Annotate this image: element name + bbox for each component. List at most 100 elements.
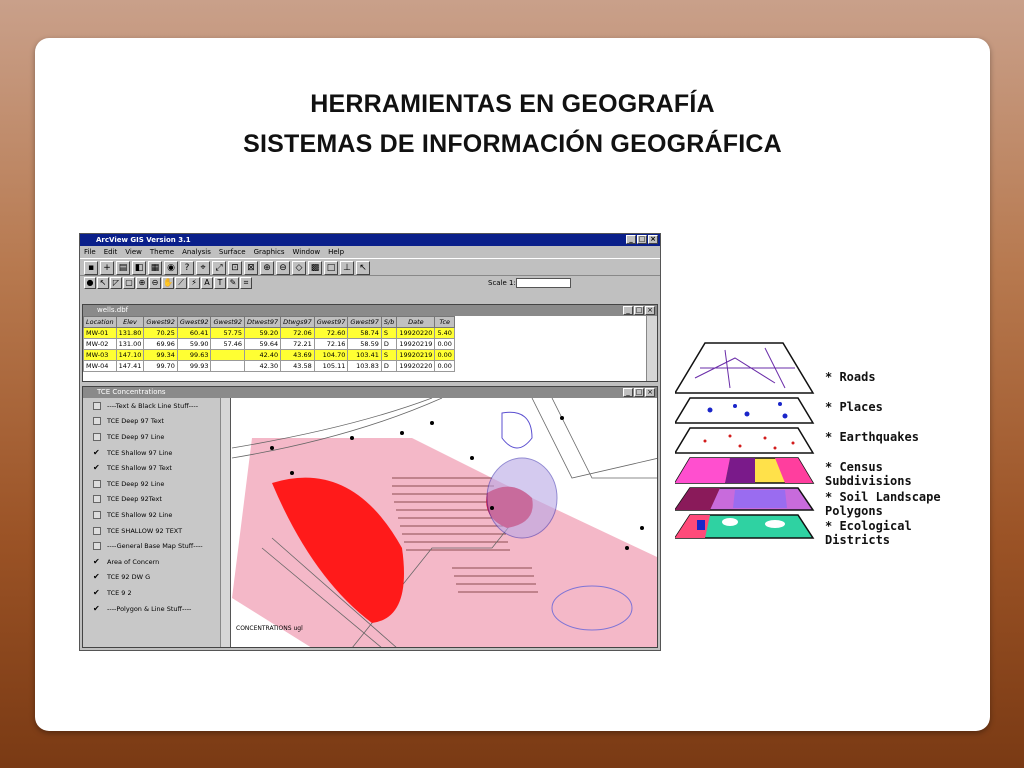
- zoom-in-tool-icon[interactable]: ⊕: [136, 277, 148, 289]
- identify-icon[interactable]: ●: [84, 277, 96, 289]
- snap-icon[interactable]: ⌗: [240, 277, 252, 289]
- select-by-theme-icon[interactable]: ▩: [308, 261, 322, 275]
- open-table-icon[interactable]: ▦: [148, 261, 162, 275]
- close-button[interactable]: ×: [648, 235, 658, 244]
- toc-layer-item[interactable]: TCE Shallow 92 Line: [83, 507, 230, 523]
- toc-layer-item[interactable]: ✔ TCE Shallow 97 Text: [83, 460, 230, 476]
- help-icon[interactable]: ↖: [356, 261, 370, 275]
- maximize-button[interactable]: □: [637, 235, 647, 244]
- table-row[interactable]: MW-02 131.00 69.96 59.90 57.46 59.64 72.21 72.1…: [83, 338, 455, 350]
- layer-visibility-checkbox[interactable]: ✔: [93, 448, 101, 457]
- table-column-header[interactable]: Gwest92: [176, 316, 212, 328]
- layer-visibility-checkbox[interactable]: [93, 401, 101, 410]
- zoom-in-icon[interactable]: ⊕: [260, 261, 274, 275]
- zoom-previous-icon[interactable]: ◇: [292, 261, 306, 275]
- layer-visibility-checkbox[interactable]: ✔: [93, 464, 101, 472]
- pan-icon[interactable]: ✋: [162, 277, 174, 289]
- map-canvas[interactable]: CONCENTRATIONS ugl: [232, 398, 657, 647]
- view-close-button[interactable]: ×: [645, 388, 655, 397]
- toc-layer-item[interactable]: ----Text & Black Line Stuff----: [83, 398, 230, 414]
- clear-select-icon[interactable]: □: [324, 261, 338, 275]
- vertex-edit-icon[interactable]: ◸: [110, 277, 122, 289]
- edit-legend-icon[interactable]: ◧: [132, 261, 146, 275]
- table-column-header[interactable]: Dtwest97: [244, 316, 282, 328]
- table-row[interactable]: MW-04 147.41 99.70 99.93 42.30 43.58 105.11 103…: [83, 360, 455, 372]
- zoom-out-icon[interactable]: ⊖: [276, 261, 290, 275]
- layer-visibility-checkbox[interactable]: ✔: [93, 588, 101, 597]
- locate-icon[interactable]: ⌖: [196, 261, 210, 275]
- table-column-header[interactable]: Tce: [434, 316, 455, 328]
- menu-graphics[interactable]: Graphics: [254, 246, 285, 258]
- toc-layer-item[interactable]: TCE Deep 97 Text: [83, 414, 230, 430]
- view-minimize-button[interactable]: _: [623, 388, 633, 397]
- layer-visibility-checkbox[interactable]: ✔: [93, 604, 101, 613]
- table-column-header[interactable]: Gwest97: [313, 316, 349, 328]
- properties-icon[interactable]: ▤: [116, 261, 130, 275]
- table-column-header[interactable]: S/b: [380, 316, 398, 328]
- label-icon[interactable]: A: [201, 277, 213, 289]
- table-column-header[interactable]: Gwest97: [347, 316, 382, 328]
- minimize-button[interactable]: _: [626, 235, 636, 244]
- table-row[interactable]: MW-01 131.80 70.25 60.41 57.75 59.20 72.06 72.6…: [83, 327, 455, 339]
- table-column-header[interactable]: Elev: [115, 316, 145, 328]
- menu-surface[interactable]: Surface: [219, 246, 246, 258]
- layer-visibility-checkbox[interactable]: [93, 417, 101, 426]
- scale-input[interactable]: [516, 278, 571, 288]
- toc-layer-item[interactable]: TCE Deep 92 Line: [83, 476, 230, 492]
- toc-layer-item[interactable]: TCE SHALLOW 92 TEXT: [83, 523, 230, 539]
- zoom-out-tool-icon[interactable]: ⊖: [149, 277, 161, 289]
- table-minimize-button[interactable]: _: [623, 306, 633, 315]
- toc-layer-item[interactable]: TCE Deep 97 Line: [83, 429, 230, 445]
- zoom-active-icon[interactable]: ⊡: [228, 261, 242, 275]
- layer-visibility-checkbox[interactable]: [93, 432, 101, 441]
- toc-scrollbar[interactable]: [220, 398, 230, 647]
- zoom-select-icon[interactable]: ⊠: [244, 261, 258, 275]
- menu-window[interactable]: Window: [293, 246, 321, 258]
- toc-layer-item[interactable]: TCE Deep 92Text: [83, 492, 230, 508]
- view-maximize-button[interactable]: □: [634, 388, 644, 397]
- zoom-full-icon[interactable]: ⤢: [212, 261, 226, 275]
- menu-file[interactable]: File: [84, 246, 96, 258]
- find-icon[interactable]: ◉: [164, 261, 178, 275]
- toc-layer-item[interactable]: ✔ TCE 92 DW G: [83, 570, 230, 586]
- toc-layer-item[interactable]: ✔ ----Polygon & Line Stuff----: [83, 601, 230, 617]
- table-maximize-button[interactable]: □: [634, 306, 644, 315]
- menu-view[interactable]: View: [125, 246, 142, 258]
- text-icon[interactable]: T: [214, 277, 226, 289]
- table-column-header[interactable]: Dtwgs97: [280, 316, 315, 328]
- table-scrollbar[interactable]: [646, 316, 657, 381]
- menu-help[interactable]: Help: [328, 246, 344, 258]
- table-close-button[interactable]: ×: [645, 306, 655, 315]
- toc-layer-item[interactable]: ----General Base Map Stuff----: [83, 538, 230, 554]
- query-icon[interactable]: ?: [180, 261, 194, 275]
- toc-layer-item[interactable]: ✔ Area of Concern: [83, 554, 230, 570]
- menu-edit[interactable]: Edit: [104, 246, 118, 258]
- toc-layer-item[interactable]: ✔ TCE Shallow 97 Line: [83, 445, 230, 461]
- save-icon[interactable]: ▪: [84, 261, 98, 275]
- layer-visibility-checkbox[interactable]: [93, 479, 101, 488]
- layout-icon[interactable]: ⊥: [340, 261, 354, 275]
- draw-icon[interactable]: ✎: [227, 277, 239, 289]
- layer-visibility-checkbox[interactable]: [93, 526, 101, 535]
- table-column-header[interactable]: Date: [396, 316, 436, 328]
- layer-visibility-checkbox[interactable]: [93, 542, 101, 551]
- map-caption: CONCENTRATIONS ugl: [236, 625, 303, 632]
- table-column-header[interactable]: Gwest92: [143, 316, 178, 328]
- hotlink-icon[interactable]: ⚡: [188, 277, 200, 289]
- table-column-header[interactable]: Location: [83, 316, 117, 328]
- layer-visibility-checkbox[interactable]: [93, 510, 101, 519]
- table-row[interactable]: MW-03 147.10 99.34 99.63 42.40 43.69 104.70 103…: [83, 349, 455, 361]
- layer-visibility-checkbox[interactable]: ✔: [93, 573, 101, 581]
- pointer-icon[interactable]: ↖: [97, 277, 109, 289]
- measure-icon[interactable]: ⟋: [175, 277, 187, 289]
- layer-visibility-checkbox[interactable]: ✔: [93, 557, 101, 566]
- select-feature-icon[interactable]: ▢: [123, 277, 135, 289]
- menu-analysis[interactable]: Analysis: [182, 246, 211, 258]
- layer-visibility-checkbox[interactable]: [93, 495, 101, 504]
- table-column-header[interactable]: Gwest92: [210, 316, 246, 328]
- toc-layer-item[interactable]: ✔ TCE 9 2: [83, 585, 230, 601]
- attribute-table-window: wells.dbf _ □ × Location Elev Gwest92 Gwest…: [82, 304, 658, 382]
- add-theme-icon[interactable]: +: [100, 261, 114, 275]
- menu-theme[interactable]: Theme: [150, 246, 174, 258]
- table-cell: 72.16: [313, 338, 349, 350]
